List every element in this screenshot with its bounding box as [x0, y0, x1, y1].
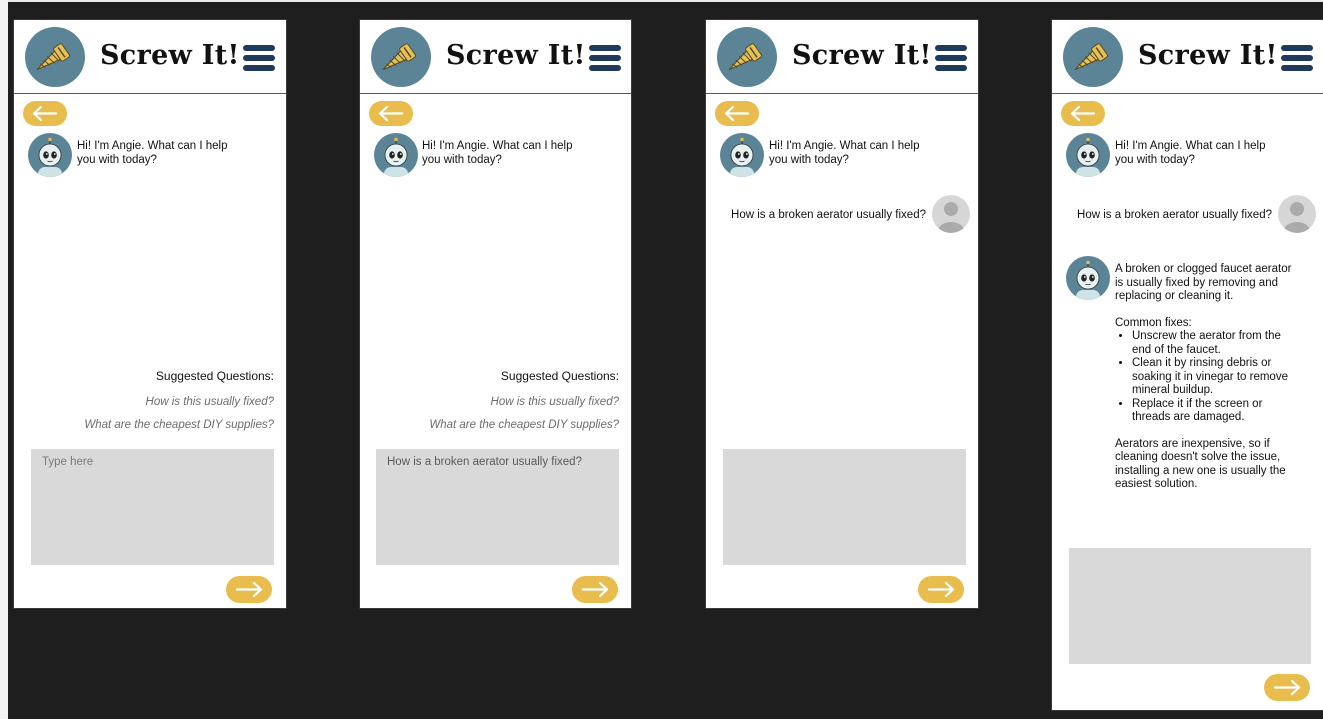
phone-frame-4: Screw It! Hi! I'm Angie. What can I help… — [1052, 20, 1323, 710]
user-avatar-icon — [932, 195, 970, 233]
robot-avatar-icon — [374, 133, 418, 177]
back-button[interactable] — [369, 101, 413, 126]
canvas-top-edge — [0, 0, 1323, 2]
suggested-question-2[interactable]: What are the cheapest DIY supplies? — [84, 419, 274, 431]
bot-greeting: Hi! I'm Angie. What can I help you with … — [769, 140, 920, 166]
phone-frame-3: Screw It! Hi! I'm Angie. What can I help… — [706, 20, 978, 608]
answer-intro: A broken or clogged faucet aerator is us… — [1115, 263, 1292, 302]
phone-frame-1: Screw It! Hi! I'm Angie. What can I help… — [14, 20, 286, 608]
answer-fixes-list: Unscrew the aerator from the end of the … — [1115, 330, 1298, 425]
suggested-questions-title: Suggested Questions: — [500, 369, 619, 383]
screw-icon — [371, 27, 431, 87]
bot-answer: A broken or clogged faucet aerator is us… — [1115, 263, 1298, 492]
robot-avatar-icon — [1066, 133, 1110, 177]
robot-avatar-icon — [720, 133, 764, 177]
brand-title: Screw It! — [1138, 40, 1278, 71]
arrow-right-icon — [235, 581, 263, 598]
bot-greeting: Hi! I'm Angie. What can I help you with … — [422, 140, 573, 166]
app-header: Screw It! — [1052, 20, 1323, 94]
chat-input[interactable] — [1069, 548, 1311, 664]
suggested-questions-title: Suggested Questions: — [155, 369, 274, 383]
chat-input[interactable]: How is a broken aerator usually fixed? — [376, 449, 619, 565]
user-message: How is a broken aerator usually fixed? — [731, 209, 926, 221]
screw-icon — [25, 27, 85, 87]
app-header: Screw It! — [360, 20, 631, 94]
app-header: Screw It! — [706, 20, 978, 94]
arrow-right-icon — [581, 581, 609, 598]
answer-fix-item: Replace it if the screen or threads are … — [1132, 398, 1298, 425]
suggested-question-2[interactable]: What are the cheapest DIY supplies? — [429, 419, 619, 431]
back-button[interactable] — [1061, 101, 1105, 126]
answer-fixes-heading: Common fixes: — [1115, 316, 1192, 329]
hamburger-menu-icon[interactable] — [935, 45, 967, 71]
arrow-right-icon — [1273, 679, 1301, 696]
user-message: How is a broken aerator usually fixed? — [1077, 209, 1272, 221]
suggested-question-1[interactable]: How is this usually fixed? — [491, 396, 619, 408]
arrow-left-icon — [32, 105, 58, 122]
bot-greeting: Hi! I'm Angie. What can I help you with … — [77, 140, 228, 166]
arrow-left-icon — [1070, 105, 1096, 122]
hamburger-menu-icon[interactable] — [1281, 45, 1313, 71]
chat-input[interactable] — [31, 449, 274, 565]
brand-title: Screw It! — [792, 40, 932, 71]
arrow-left-icon — [378, 105, 404, 122]
robot-avatar-icon — [1066, 256, 1110, 300]
answer-fix-item: Clean it by rinsing debris or soaking it… — [1132, 357, 1298, 398]
bot-greeting: Hi! I'm Angie. What can I help you with … — [1115, 140, 1266, 166]
hamburger-menu-icon[interactable] — [243, 45, 275, 71]
screw-icon — [717, 27, 777, 87]
back-button[interactable] — [715, 101, 759, 126]
send-button[interactable] — [572, 576, 618, 603]
arrow-right-icon — [927, 581, 955, 598]
robot-avatar-icon — [28, 133, 72, 177]
answer-closing: Aerators are inexpensive, so if cleaning… — [1115, 437, 1286, 491]
send-button[interactable] — [1264, 674, 1310, 701]
arrow-left-icon — [724, 105, 750, 122]
send-button[interactable] — [918, 576, 964, 603]
screw-icon — [1063, 27, 1123, 87]
brand-title: Screw It! — [446, 40, 586, 71]
chat-input[interactable] — [723, 449, 966, 565]
send-button[interactable] — [226, 576, 272, 603]
app-header: Screw It! — [14, 20, 286, 94]
hamburger-menu-icon[interactable] — [589, 45, 621, 71]
back-button[interactable] — [23, 101, 67, 126]
answer-fix-item: Unscrew the aerator from the end of the … — [1132, 330, 1298, 357]
brand-title: Screw It! — [100, 40, 240, 71]
suggested-question-1[interactable]: How is this usually fixed? — [146, 396, 274, 408]
canvas-left-edge — [0, 0, 8, 719]
user-avatar-icon — [1278, 195, 1316, 233]
phone-frame-2: Screw It! Hi! I'm Angie. What can I help… — [360, 20, 631, 608]
